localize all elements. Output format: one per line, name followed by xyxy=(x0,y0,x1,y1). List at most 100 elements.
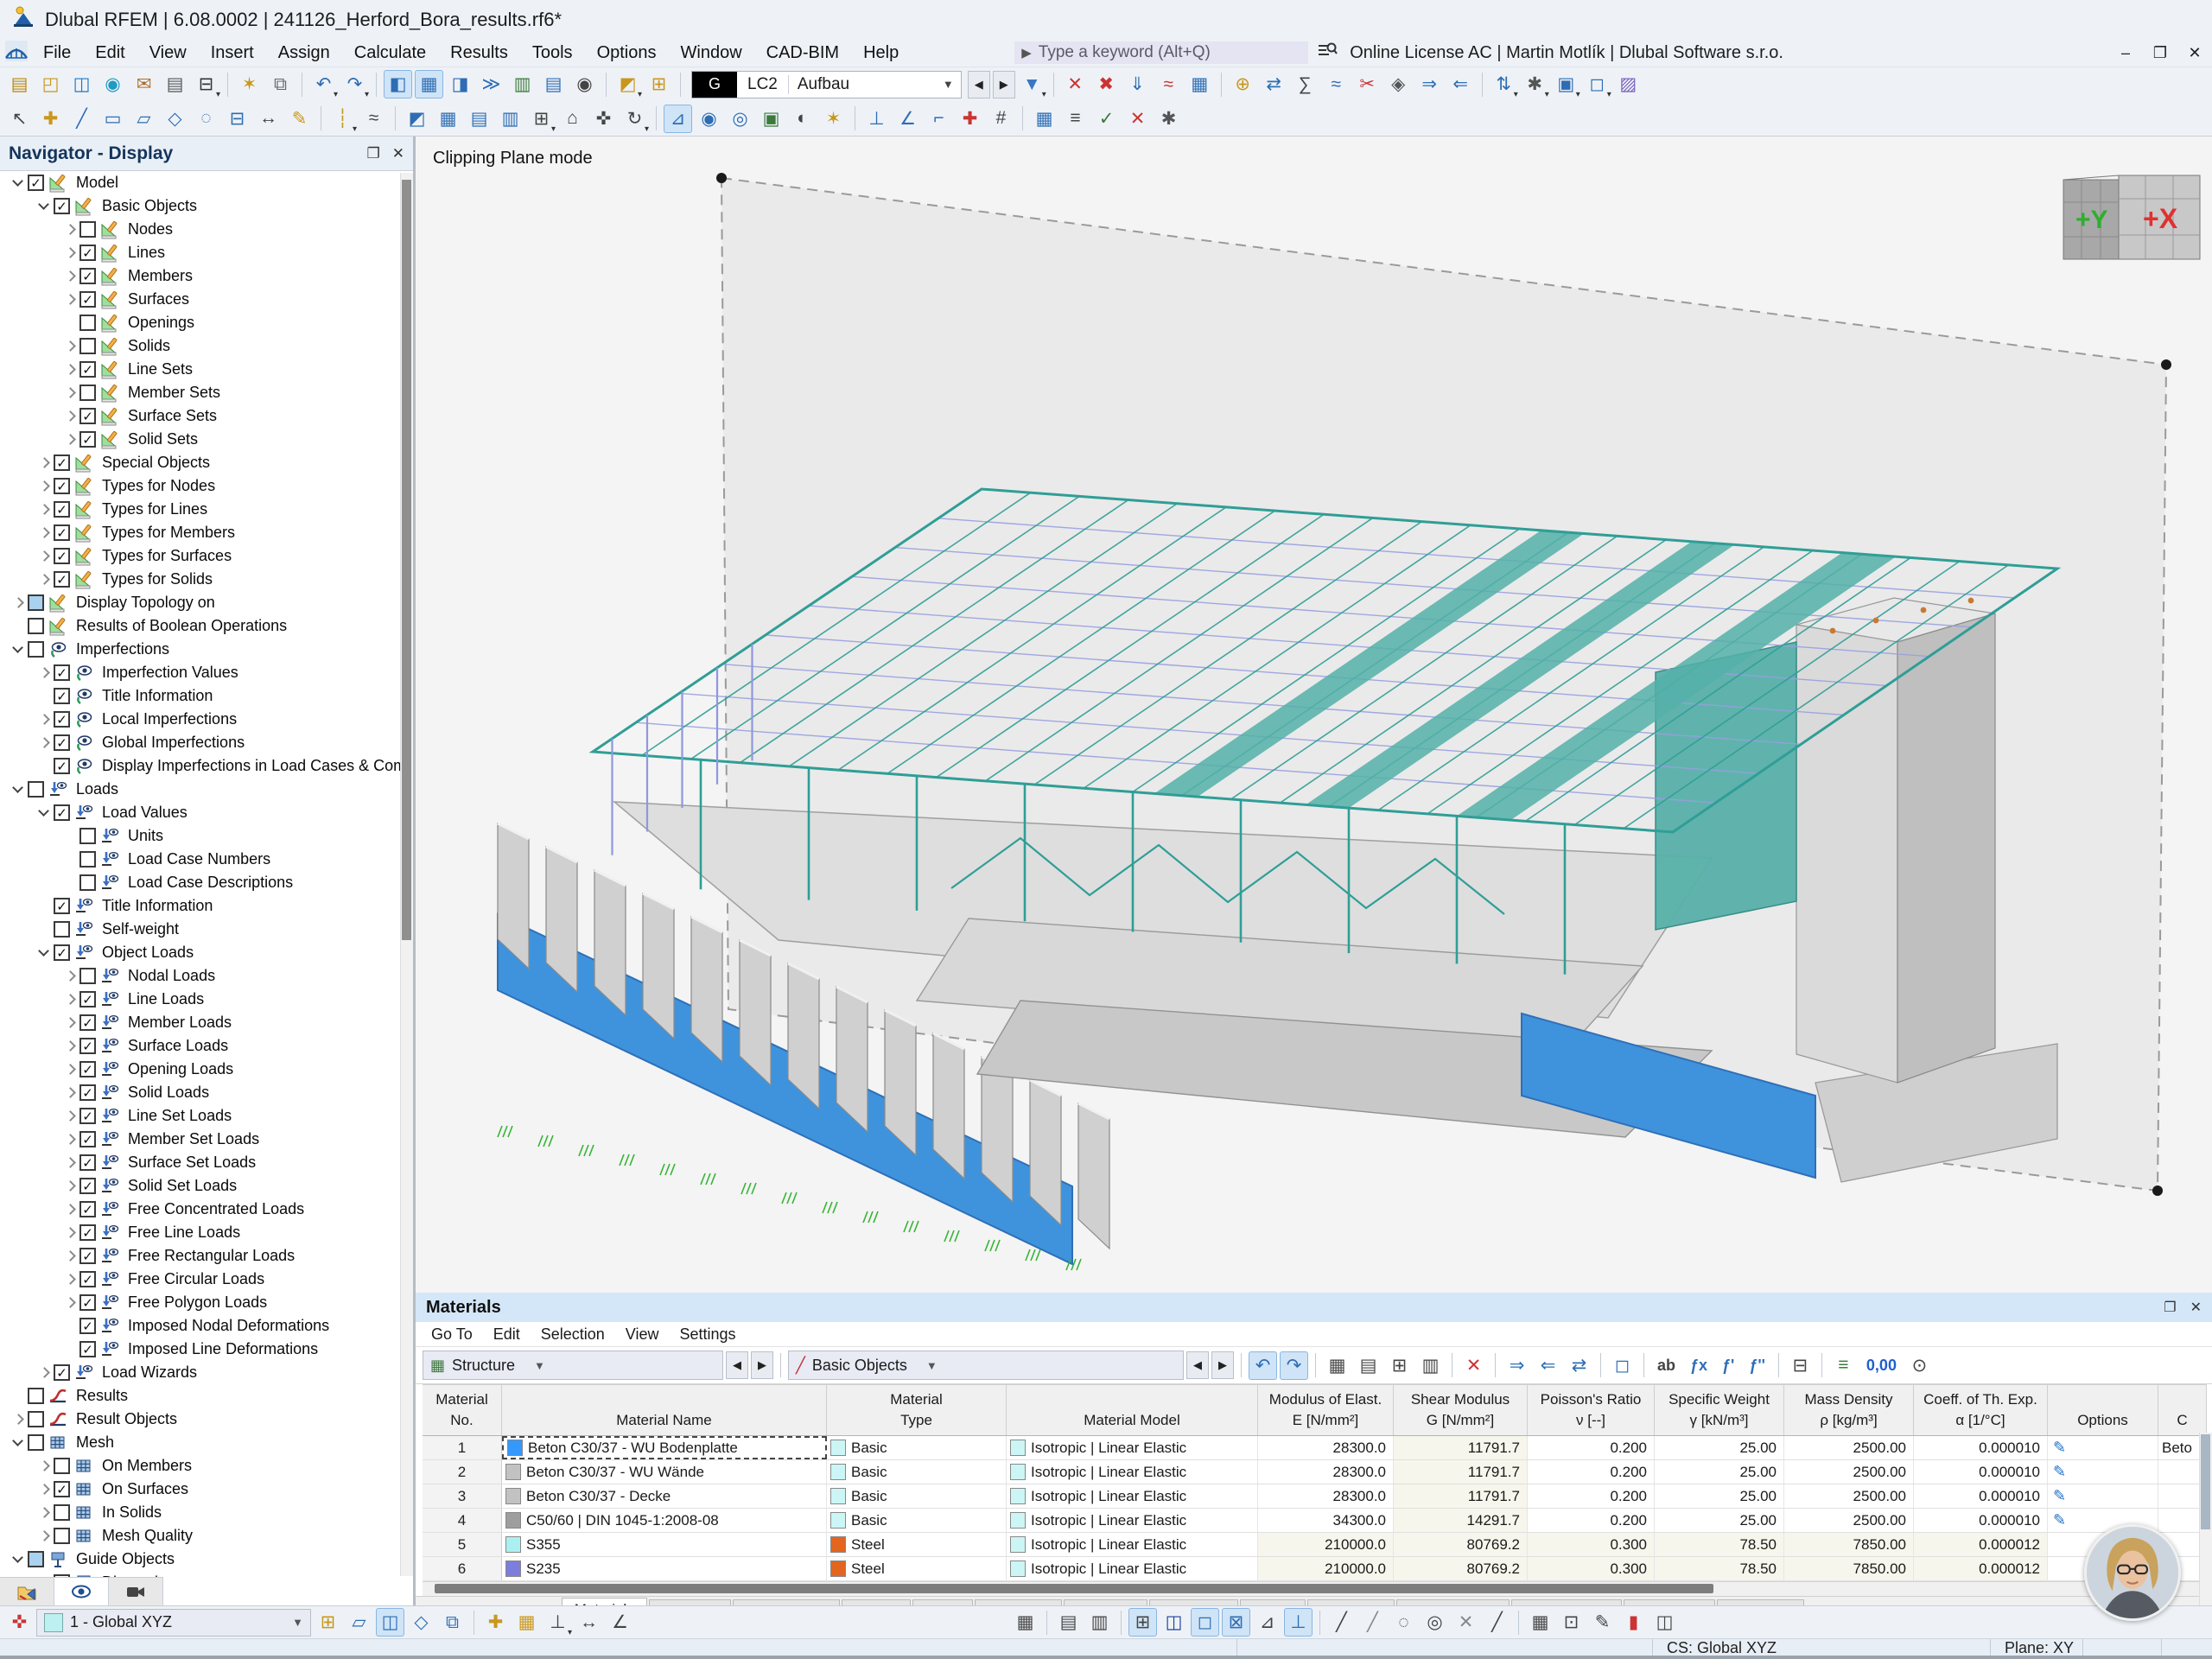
tree-checkbox[interactable] xyxy=(79,385,96,401)
poisson-cell[interactable]: 0.200 xyxy=(1528,1436,1655,1459)
tree-item-global-imperfections[interactable]: ✓ Global Imperfections xyxy=(0,731,413,754)
tree-checkbox[interactable] xyxy=(54,921,70,938)
tree-checkbox[interactable] xyxy=(79,338,96,354)
menu-insert[interactable]: Insert xyxy=(199,41,266,65)
tree-checkbox[interactable] xyxy=(54,1458,70,1474)
tree-expander-icon[interactable] xyxy=(60,385,79,402)
shear-modulus-cell[interactable]: 14291.7 xyxy=(1394,1509,1528,1532)
tree-item-on-members[interactable]: On Members xyxy=(0,1454,413,1478)
formula-fx-icon[interactable]: ƒx xyxy=(1684,1351,1713,1380)
table-filter-icon[interactable]: ▥ xyxy=(1416,1351,1445,1380)
material-row-1[interactable]: 1 Beton C30/37 - WU Bodenplatte Basic Isotr… xyxy=(423,1436,2207,1460)
materials-menu-go-to[interactable]: Go To xyxy=(423,1325,481,1344)
material-model-cell[interactable]: Isotropic | Linear Elastic xyxy=(1007,1557,1258,1580)
tree-checkbox[interactable] xyxy=(79,968,96,984)
materials-menu-view[interactable]: View xyxy=(617,1325,668,1344)
select-special-icon[interactable]: ◩ ▾ xyxy=(613,70,642,99)
modulus-cell[interactable]: 28300.0 xyxy=(1258,1436,1394,1459)
search-icon[interactable] xyxy=(1317,41,1338,65)
options-cell[interactable]: ✎ xyxy=(2048,1436,2158,1459)
edit-options-icon[interactable]: ✎ xyxy=(2053,1439,2066,1457)
thermal-coefficient-cell[interactable]: 0.000010 xyxy=(1914,1436,2048,1459)
delete-column-icon[interactable]: ⇐ xyxy=(1534,1351,1562,1380)
restore-button[interactable]: ❐ xyxy=(2143,44,2177,62)
tree-expander-icon[interactable] xyxy=(60,361,79,378)
specific-weight-cell[interactable]: 25.00 xyxy=(1655,1436,1784,1459)
options-cell[interactable]: ✎ xyxy=(2048,1460,2158,1484)
zoom-all-icon[interactable]: ⌂ xyxy=(558,105,587,133)
material-model-cell[interactable]: Isotropic | Linear Elastic xyxy=(1007,1509,1258,1532)
tree-item-load-case-numbers[interactable]: Load Case Numbers xyxy=(0,848,413,871)
tree-item-line-sets[interactable]: ✓ Line Sets xyxy=(0,358,413,381)
tree-expander-icon[interactable] xyxy=(60,1038,79,1055)
guide-snap-icon[interactable]: ⊿ xyxy=(1253,1608,1281,1637)
tree-expander-icon[interactable] xyxy=(60,245,79,262)
clip-object-icon[interactable]: ✂ xyxy=(1353,70,1382,99)
column-header-poisson-s-ratio[interactable]: Poisson's Ratio ν [--] xyxy=(1528,1385,1655,1435)
snap-node-icon[interactable]: ✚ xyxy=(481,1608,510,1637)
font-style-icon[interactable]: ab xyxy=(1651,1351,1681,1380)
object-snap-icon[interactable]: ⊠ xyxy=(1222,1608,1250,1637)
tree-expander-icon[interactable] xyxy=(35,804,54,822)
tree-expander-icon[interactable] xyxy=(35,571,54,588)
row-number-cell[interactable]: 5 xyxy=(423,1533,502,1556)
shear-modulus-cell[interactable]: 11791.7 xyxy=(1394,1460,1528,1484)
tree-expander-icon[interactable] xyxy=(60,1271,79,1288)
thermal-coefficient-cell[interactable]: 0.000010 xyxy=(1914,1460,2048,1484)
exchange-tables-icon[interactable]: ⇄ xyxy=(1260,70,1288,99)
delete-load-icon[interactable]: ✕ xyxy=(1061,70,1090,99)
new-section-icon[interactable]: ⊟ xyxy=(223,105,251,133)
modulus-cell[interactable]: 34300.0 xyxy=(1258,1509,1394,1532)
rotate-cs-icon[interactable]: ◇ xyxy=(407,1608,435,1637)
table-view-icon[interactable]: ▦ xyxy=(1323,1351,1351,1380)
poisson-cell[interactable]: 0.200 xyxy=(1528,1460,1655,1484)
tree-item-special-objects[interactable]: ✓ Special Objects xyxy=(0,451,413,474)
tree-expander-icon[interactable] xyxy=(35,711,54,728)
poisson-cell[interactable]: 0.300 xyxy=(1528,1557,1655,1580)
column-header-material-type[interactable]: Material Type xyxy=(827,1385,1007,1435)
table-category-prev-button[interactable]: ◀ xyxy=(1186,1351,1209,1379)
tree-item-imposed-line-deformations[interactable]: ✓ Imposed Line Deformations xyxy=(0,1338,413,1361)
tree-item-display-topology-on[interactable]: Display Topology on xyxy=(0,591,413,614)
tree-checkbox[interactable]: ✓ xyxy=(79,1201,96,1217)
tree-expander-icon[interactable] xyxy=(9,781,28,798)
plane-tool-4-icon[interactable]: ◎ xyxy=(1421,1608,1449,1637)
plane-tool-1-icon[interactable]: ╱ xyxy=(1327,1608,1356,1637)
saved-views-icon[interactable]: ◻ ▾ xyxy=(1583,70,1611,99)
tree-checkbox[interactable] xyxy=(79,874,96,891)
tree-item-solid-sets[interactable]: ✓ Solid Sets xyxy=(0,428,413,451)
tree-checkbox[interactable]: ✓ xyxy=(79,291,96,308)
new-line-icon[interactable]: ╱ xyxy=(67,105,96,133)
menu-help[interactable]: Help xyxy=(851,41,911,65)
tree-item-mesh-quality[interactable]: Mesh Quality xyxy=(0,1524,413,1548)
tree-item-free-line-loads[interactable]: ✓ Free Line Loads xyxy=(0,1221,413,1244)
navigator-tab-data[interactable] xyxy=(0,1578,54,1605)
table-edit-mode-icon[interactable]: ✎ xyxy=(1588,1608,1617,1637)
section-tool-icon[interactable]: ≈ xyxy=(359,105,388,133)
ortho-mode-icon[interactable]: ◻ xyxy=(1191,1608,1219,1637)
tree-expander-icon[interactable] xyxy=(60,1014,79,1032)
view-xy-icon[interactable]: ▦ xyxy=(434,105,462,133)
view-xz-icon[interactable]: ▤ xyxy=(465,105,493,133)
clipping-plane-icon[interactable]: ⊿ xyxy=(664,104,692,133)
poisson-cell[interactable]: 0.200 xyxy=(1528,1484,1655,1508)
calculate-all-icon[interactable]: ≡ xyxy=(1061,105,1090,133)
tree-checkbox[interactable] xyxy=(79,315,96,331)
open-model-icon[interactable]: ◰ xyxy=(36,70,65,99)
search-table-icon[interactable]: ⊙ xyxy=(1905,1351,1934,1380)
export-table-icon[interactable]: ⇄ xyxy=(1565,1351,1593,1380)
tree-item-display-imperfections-in-load-cases-combi[interactable]: ✓ Display Imperfections in Load Cases & C… xyxy=(0,754,413,778)
annotation-tool-icon[interactable]: ✎ xyxy=(285,105,314,133)
tree-item-member-set-loads[interactable]: ✓ Member Set Loads xyxy=(0,1128,413,1151)
menu-view[interactable]: View xyxy=(137,41,199,65)
show-results-icon[interactable]: ≈ xyxy=(1154,70,1183,99)
tree-item-load-values[interactable]: ✓ Load Values xyxy=(0,801,413,824)
tree-item-types-for-surfaces[interactable]: ✓ Types for Surfaces xyxy=(0,544,413,568)
tree-checkbox[interactable]: ✓ xyxy=(79,1014,96,1031)
tree-item-load-wizards[interactable]: ✓ Load Wizards xyxy=(0,1361,413,1384)
import-data-icon[interactable]: ⇐ xyxy=(1446,70,1475,99)
material-type-cell[interactable]: Steel xyxy=(827,1533,1007,1556)
tree-checkbox[interactable]: ✓ xyxy=(79,268,96,284)
tree-checkbox[interactable]: ✓ xyxy=(54,1364,70,1381)
tree-item-self-weight[interactable]: Self-weight xyxy=(0,918,413,941)
